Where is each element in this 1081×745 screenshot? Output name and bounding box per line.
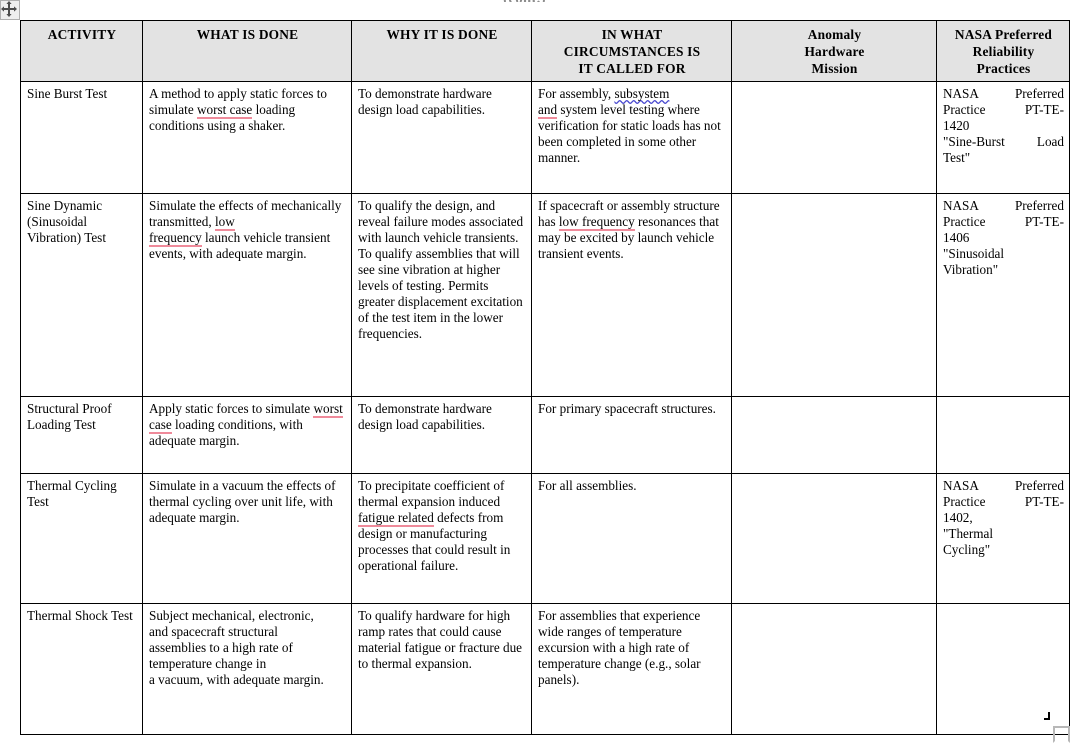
annotated-phrase: fatigue related: [358, 510, 434, 527]
column-header-why-it-is-done: WHY IT IS DONE: [351, 20, 532, 82]
cell-what-is-done: Simulate the effects of mechanically tra…: [142, 193, 352, 397]
nasa-line: NASA Preferred: [943, 86, 1064, 101]
column-header-anomaly-hardware-mission: Anomaly Hardware Mission: [731, 20, 937, 82]
text-line: temperature change in: [149, 656, 267, 671]
nasa-line: 1420: [943, 118, 970, 133]
text-fragment: system level testing where verification …: [538, 102, 721, 165]
cell-what-is-done: Apply static forces to simulate worst ca…: [142, 396, 352, 474]
text-line: Subject mechanical, electronic,: [149, 608, 314, 623]
cell-activity: Structural Proof Loading Test: [20, 396, 143, 474]
cell-circumstances: For all assemblies.: [531, 473, 732, 604]
cell-activity: Sine Dynamic (Sinusoidal Vibration) Test: [20, 193, 143, 397]
cell-activity: Sine Burst Test: [20, 81, 143, 194]
header-line: Reliability: [972, 44, 1035, 59]
spellcheck-flagged-word: subsystem: [614, 86, 670, 101]
text-fragment: Simulate the effects of mechanically tra…: [149, 198, 342, 229]
nasa-line: "Sine-Burst Load: [943, 134, 1064, 149]
cell-why-it-is-done: To qualify the design, and reveal failur…: [351, 193, 532, 397]
table-row: Sine Burst Test A method to apply static…: [20, 81, 1070, 194]
cell-anomaly: [731, 193, 937, 397]
nasa-line: "Sinusoidal: [943, 246, 1005, 261]
annotated-phrase-part: frequency: [149, 230, 202, 247]
header-line: IN WHAT: [601, 27, 663, 42]
nasa-line: Cycling": [943, 542, 991, 557]
column-header-what-is-done: WHAT IS DONE: [142, 20, 352, 82]
table-resize-handle-icon[interactable]: [1053, 726, 1070, 743]
annotated-phrase: and: [538, 102, 558, 119]
nasa-line: 1402,: [943, 510, 973, 525]
nasa-line: Practice PT-TE-: [943, 214, 1064, 229]
cell-anomaly: [731, 81, 937, 194]
annotated-phrase: low frequency: [558, 214, 635, 231]
text-line: assemblies to a high rate of: [149, 640, 293, 655]
cell-circumstances: For primary spacecraft structures.: [531, 396, 732, 474]
nasa-line: "Thermal: [943, 526, 994, 541]
table-row: Thermal Shock Test Subject mechanical, e…: [20, 603, 1070, 735]
header-line: IT CALLED FOR: [578, 61, 686, 76]
header-line: Mission: [811, 61, 858, 76]
cell-nasa-practice: NASA Preferred Practice PT-TE- 1402, "Th…: [936, 473, 1070, 604]
text-fragment: To precipitate coefficient of thermal ex…: [358, 478, 505, 509]
cell-circumstances: For assembly, subsystem and system level …: [531, 81, 732, 194]
cell-nasa-practice: [936, 396, 1070, 474]
text-fragment: For assembly,: [538, 86, 615, 101]
header-line: Anomaly: [807, 27, 862, 42]
nasa-line: Vibration": [943, 262, 999, 277]
annotated-phrase-part: low: [214, 214, 235, 231]
text-line: a vacuum, with adequate margin.: [149, 672, 324, 687]
cell-circumstances: For assemblies that experience wide rang…: [531, 603, 732, 735]
cell-activity: Thermal Shock Test: [20, 603, 143, 735]
text-fragment: loading conditions, with adequate margin…: [149, 417, 303, 448]
table-header-row: ACTIVITY WHAT IS DONE WHY IT IS DONE IN …: [20, 20, 1070, 82]
cell-why-it-is-done: To demonstrate hardware design load capa…: [351, 396, 532, 474]
cell-nasa-practice: NASA Preferred Practice PT-TE- 1420 "Sin…: [936, 81, 1070, 194]
header-line: Hardware: [804, 44, 865, 59]
nasa-line: NASA Preferred: [943, 478, 1064, 493]
text-fragment: Apply static forces to simulate: [149, 401, 314, 416]
page-corner-rule-vertical: [1048, 712, 1050, 720]
cell-why-it-is-done: To qualify hardware for high ramp rates …: [351, 603, 532, 735]
column-header-nasa-preferred-reliability-practices: NASA Preferred Reliability Practices: [936, 20, 1070, 82]
table-row: Structural Proof Loading Test Apply stat…: [20, 396, 1070, 474]
nasa-line: Test": [943, 150, 971, 165]
clipped-page-title: (cont.): [0, 0, 1049, 2]
cell-activity: Thermal Cycling Test: [20, 473, 143, 604]
header-line: CIRCUMSTANCES IS: [563, 44, 701, 59]
cell-what-is-done: A method to apply static forces to simul…: [142, 81, 352, 194]
column-header-activity: ACTIVITY: [20, 20, 143, 82]
header-line: NASA Preferred: [954, 27, 1053, 42]
nasa-line: 1406: [943, 230, 970, 245]
nasa-line: Practice PT-TE-: [943, 494, 1064, 509]
cell-why-it-is-done: To demonstrate hardware design load capa…: [351, 81, 532, 194]
cell-circumstances: If spacecraft or assembly structure has …: [531, 193, 732, 397]
cell-anomaly: [731, 473, 937, 604]
annotated-phrase: worst case: [196, 102, 253, 119]
text-line: and spacecraft structural: [149, 624, 278, 639]
cell-anomaly: [731, 603, 937, 735]
cell-what-is-done: Subject mechanical, electronic, and spac…: [142, 603, 352, 735]
test-activity-table: ACTIVITY WHAT IS DONE WHY IT IS DONE IN …: [20, 20, 1070, 735]
nasa-line: Practice PT-TE-: [943, 102, 1064, 117]
cell-why-it-is-done: To precipitate coefficient of thermal ex…: [351, 473, 532, 604]
cell-nasa-practice: NASA Preferred Practice PT-TE- 1406 "Sin…: [936, 193, 1070, 397]
header-line: Practices: [976, 61, 1031, 76]
cell-anomaly: [731, 396, 937, 474]
table-row: Sine Dynamic (Sinusoidal Vibration) Test…: [20, 193, 1070, 397]
cell-what-is-done: Simulate in a vacuum the effects of ther…: [142, 473, 352, 604]
table-row: Thermal Cycling Test Simulate in a vacuu…: [20, 473, 1070, 604]
column-header-circumstances: IN WHAT CIRCUMSTANCES IS IT CALLED FOR: [531, 20, 732, 82]
nasa-line: NASA Preferred: [943, 198, 1064, 213]
table-move-handle-icon[interactable]: [0, 0, 20, 20]
